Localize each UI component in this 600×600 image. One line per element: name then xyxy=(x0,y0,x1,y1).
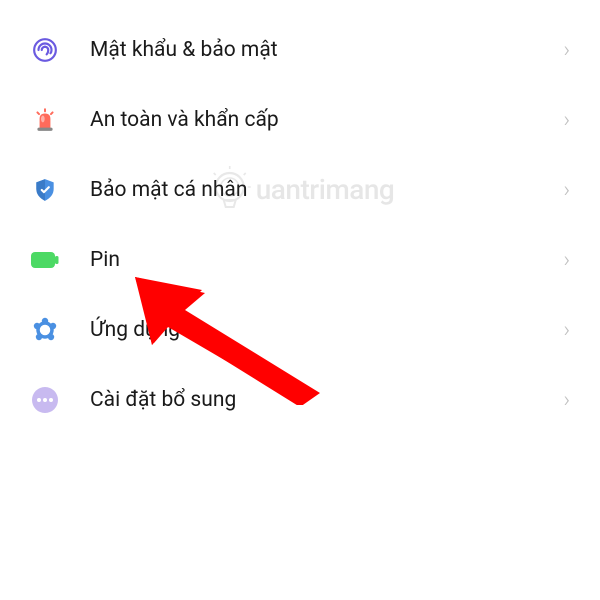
battery-icon xyxy=(30,245,60,275)
settings-item-additional[interactable]: Cài đặt bổ sung › xyxy=(0,365,600,435)
chevron-right-icon: › xyxy=(563,388,570,413)
settings-item-safety-emergency[interactable]: An toàn và khẩn cấp › xyxy=(0,85,600,155)
settings-item-label: Ứng dụng xyxy=(90,318,563,342)
apps-icon xyxy=(30,315,60,345)
shield-icon xyxy=(30,175,60,205)
settings-item-password-security[interactable]: Mật khẩu & bảo mật › xyxy=(0,15,600,85)
chevron-right-icon: › xyxy=(563,38,570,63)
settings-item-label: An toàn và khẩn cấp xyxy=(90,108,563,132)
settings-item-label: Cài đặt bổ sung xyxy=(90,388,563,412)
more-icon xyxy=(30,385,60,415)
siren-icon xyxy=(30,105,60,135)
settings-item-label: Pin xyxy=(90,248,563,272)
chevron-right-icon: › xyxy=(563,178,570,203)
chevron-right-icon: › xyxy=(563,318,570,343)
settings-list: Mật khẩu & bảo mật › An toàn và khẩn cấp… xyxy=(0,0,600,450)
chevron-right-icon: › xyxy=(563,108,570,133)
settings-item-privacy[interactable]: Bảo mật cá nhân › xyxy=(0,155,600,225)
settings-item-apps[interactable]: Ứng dụng › xyxy=(0,295,600,365)
fingerprint-icon xyxy=(30,35,60,65)
settings-item-label: Bảo mật cá nhân xyxy=(90,178,563,202)
settings-item-label: Mật khẩu & bảo mật xyxy=(90,38,563,62)
chevron-right-icon: › xyxy=(563,248,570,273)
settings-item-battery[interactable]: Pin › xyxy=(0,225,600,295)
